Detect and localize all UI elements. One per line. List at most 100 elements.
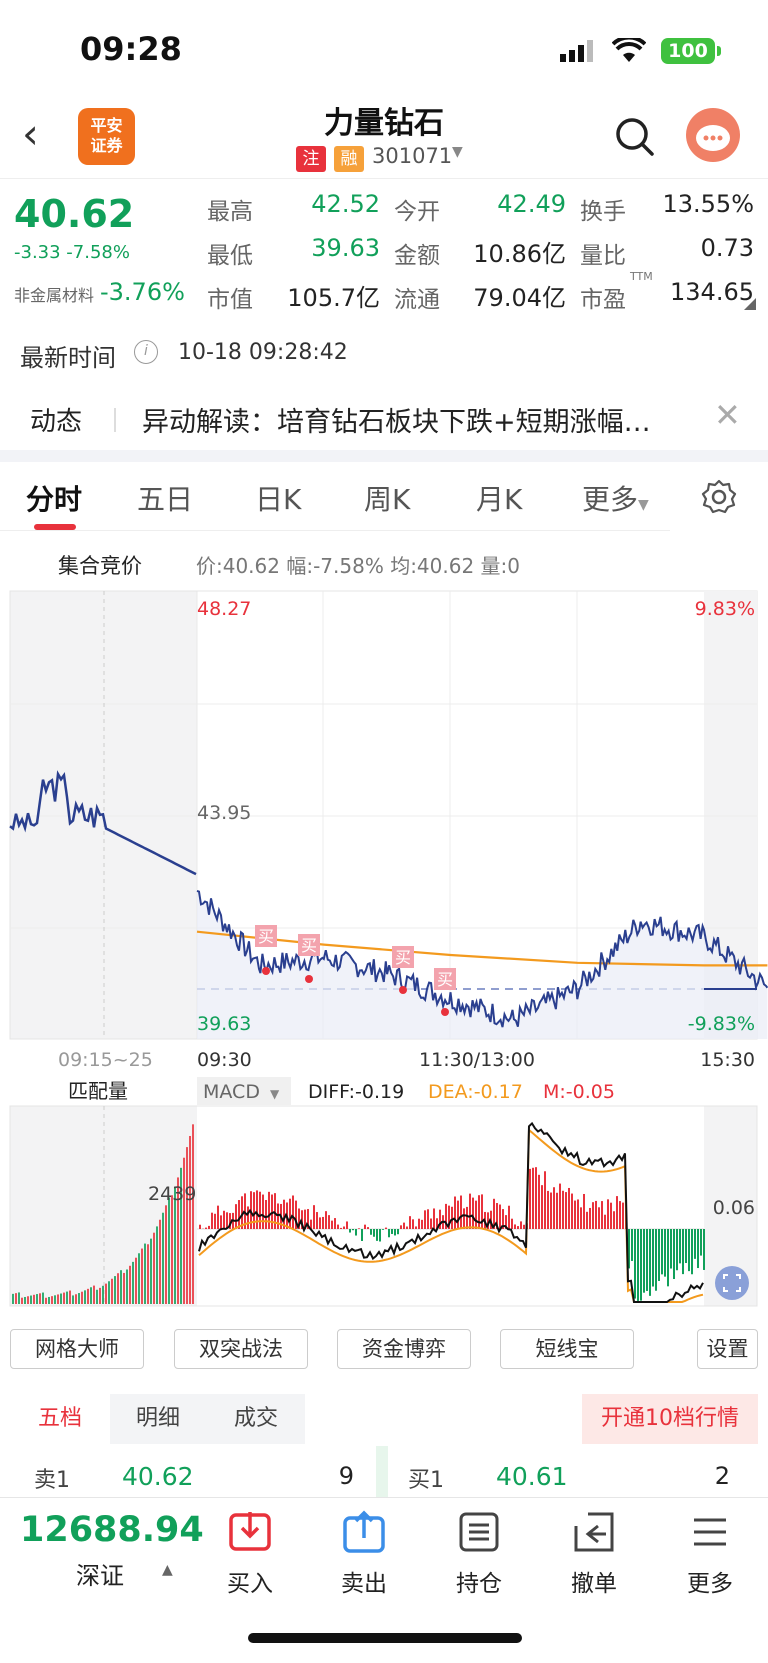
macd-bar <box>616 1196 618 1229</box>
macd-bar <box>214 1213 216 1229</box>
macd-bar <box>562 1190 564 1229</box>
match-volume-bar <box>24 1296 26 1304</box>
match-volume-bar <box>129 1265 131 1304</box>
tab-details[interactable]: 明细 <box>110 1394 206 1444</box>
cancel-order-button-label[interactable]: 撤单 <box>554 1564 634 1598</box>
macd-bar <box>499 1204 501 1229</box>
crosshair-info: 价:40.62 幅:-7.58% 均:40.62 量:0 <box>196 554 521 578</box>
buy-marker-label: 买 <box>437 970 453 989</box>
holdings-button-label[interactable]: 持仓 <box>439 1564 519 1598</box>
index-value[interactable]: 12688.94 <box>20 1510 204 1550</box>
match-volume-bar <box>12 1293 14 1304</box>
buy1-price: 40.61 <box>496 1462 568 1491</box>
tab-daily-k[interactable]: 日K <box>255 478 301 518</box>
sell-button-label[interactable]: 卖出 <box>324 1564 404 1598</box>
close-icon[interactable]: ✕ <box>714 396 741 434</box>
macd-diff: DIFF:-0.19 <box>308 1081 404 1103</box>
stat-value-volume-ratio: 0.73 <box>700 234 754 262</box>
tab-trades[interactable]: 成交 <box>208 1394 304 1444</box>
avatar[interactable] <box>686 108 740 162</box>
match-volume-bar <box>81 1291 83 1304</box>
intraday-chart[interactable]: 买 买 买 买 48.27 43.95 39.63 9.83% -9.83% 0… <box>0 588 768 1318</box>
match-volume-bar <box>84 1290 86 1304</box>
time-axis-close: 15:30 <box>700 1049 755 1071</box>
buy-icon[interactable] <box>228 1510 272 1554</box>
stat-label-turnover: 换手 <box>580 199 626 225</box>
match-volume-bar <box>111 1278 113 1304</box>
macd-bar <box>412 1219 414 1229</box>
tab-intraday[interactable]: 分时 <box>26 478 82 518</box>
tab-five-day[interactable]: 五日 <box>137 478 193 518</box>
news-label[interactable]: 动态 <box>30 401 82 438</box>
macd-bar <box>409 1216 411 1229</box>
macd-bar <box>331 1220 333 1229</box>
macd-bar <box>469 1193 471 1229</box>
news-separator <box>114 408 116 432</box>
sell-icon[interactable] <box>342 1510 386 1554</box>
tab-more[interactable]: 更多▼ <box>582 478 649 518</box>
fullscreen-button[interactable] <box>715 1266 749 1300</box>
open-level10-button[interactable]: 开通10档行情 <box>582 1394 758 1444</box>
index-name[interactable]: 深证 <box>76 1556 124 1591</box>
match-volume-bar <box>144 1243 146 1304</box>
grid-master-button[interactable]: 网格大师 <box>10 1329 144 1369</box>
macd-m: M:-0.05 <box>543 1081 615 1103</box>
price-axis-mid: 43.95 <box>197 802 251 824</box>
macd-bar <box>700 1229 702 1256</box>
expand-corner-icon[interactable] <box>744 298 756 310</box>
macd-bar <box>394 1229 396 1236</box>
news-headline[interactable]: 异动解读：培育钻石板块下跌+短期涨幅… <box>142 400 651 439</box>
match-volume-bar <box>147 1244 149 1304</box>
macd-bar <box>589 1207 591 1229</box>
price-axis-low: 39.63 <box>197 1013 251 1035</box>
tab-weekly-k[interactable]: 周K <box>364 478 410 518</box>
stat-value-low: 39.63 <box>311 234 380 262</box>
capital-game-button[interactable]: 资金博弈 <box>337 1329 471 1369</box>
stat-label-volume-ratio: 量比 <box>580 243 626 269</box>
chevron-down-icon[interactable]: ▼ <box>452 144 463 160</box>
macd-bar <box>328 1215 330 1229</box>
registration-tag: 注 <box>296 146 326 172</box>
match-volume-bar <box>21 1297 23 1304</box>
search-icon[interactable] <box>612 114 658 160</box>
sector-name[interactable]: 非金属材料 <box>14 282 94 306</box>
macd-bar <box>664 1229 666 1277</box>
macd-bar <box>325 1211 327 1229</box>
stock-code[interactable]: 301071 <box>372 144 452 168</box>
price-axis-high: 48.27 <box>197 598 251 620</box>
macd-bar <box>406 1226 408 1229</box>
macd-bar <box>262 1194 264 1229</box>
macd-bar <box>343 1226 345 1229</box>
menu-icon[interactable] <box>688 1510 732 1554</box>
match-volume-bar <box>171 1195 173 1304</box>
holdings-icon[interactable] <box>457 1510 501 1554</box>
chat-bubble-icon <box>696 125 730 151</box>
double-breakout-button[interactable]: 双突战法 <box>174 1329 308 1369</box>
signal-icon <box>560 40 593 62</box>
info-icon[interactable]: i <box>134 340 158 364</box>
match-volume-bar <box>168 1197 170 1304</box>
tab-level5[interactable]: 五档 <box>10 1394 110 1444</box>
cancel-order-icon[interactable] <box>572 1510 616 1554</box>
buy-button-label[interactable]: 买入 <box>210 1564 290 1598</box>
macd-bar <box>466 1206 468 1229</box>
gear-icon[interactable] <box>700 478 738 516</box>
match-volume-bar <box>93 1285 95 1304</box>
short-line-button[interactable]: 短线宝 <box>500 1329 634 1369</box>
stat-value-pe: 134.65 <box>670 278 754 306</box>
macd-bar <box>346 1221 348 1229</box>
macd-bar <box>199 1224 201 1229</box>
more-button-label[interactable]: 更多 <box>670 1564 750 1598</box>
match-volume-bar <box>105 1283 107 1304</box>
macd-bar <box>646 1229 648 1291</box>
sector-change[interactable]: -3.76% <box>100 278 185 306</box>
battery-icon: 100 <box>661 38 715 64</box>
macd-bar <box>472 1197 474 1229</box>
stat-value-float: 79.04亿 <box>473 284 566 312</box>
indicator-settings-button[interactable]: 设置 <box>697 1329 758 1369</box>
match-volume-bar <box>54 1295 56 1304</box>
tab-monthly-k[interactable]: 月K <box>476 478 522 518</box>
chevron-up-icon[interactable]: ▲ <box>162 1562 173 1578</box>
match-volume-bar <box>150 1238 152 1304</box>
match-volume-bar <box>183 1157 185 1304</box>
